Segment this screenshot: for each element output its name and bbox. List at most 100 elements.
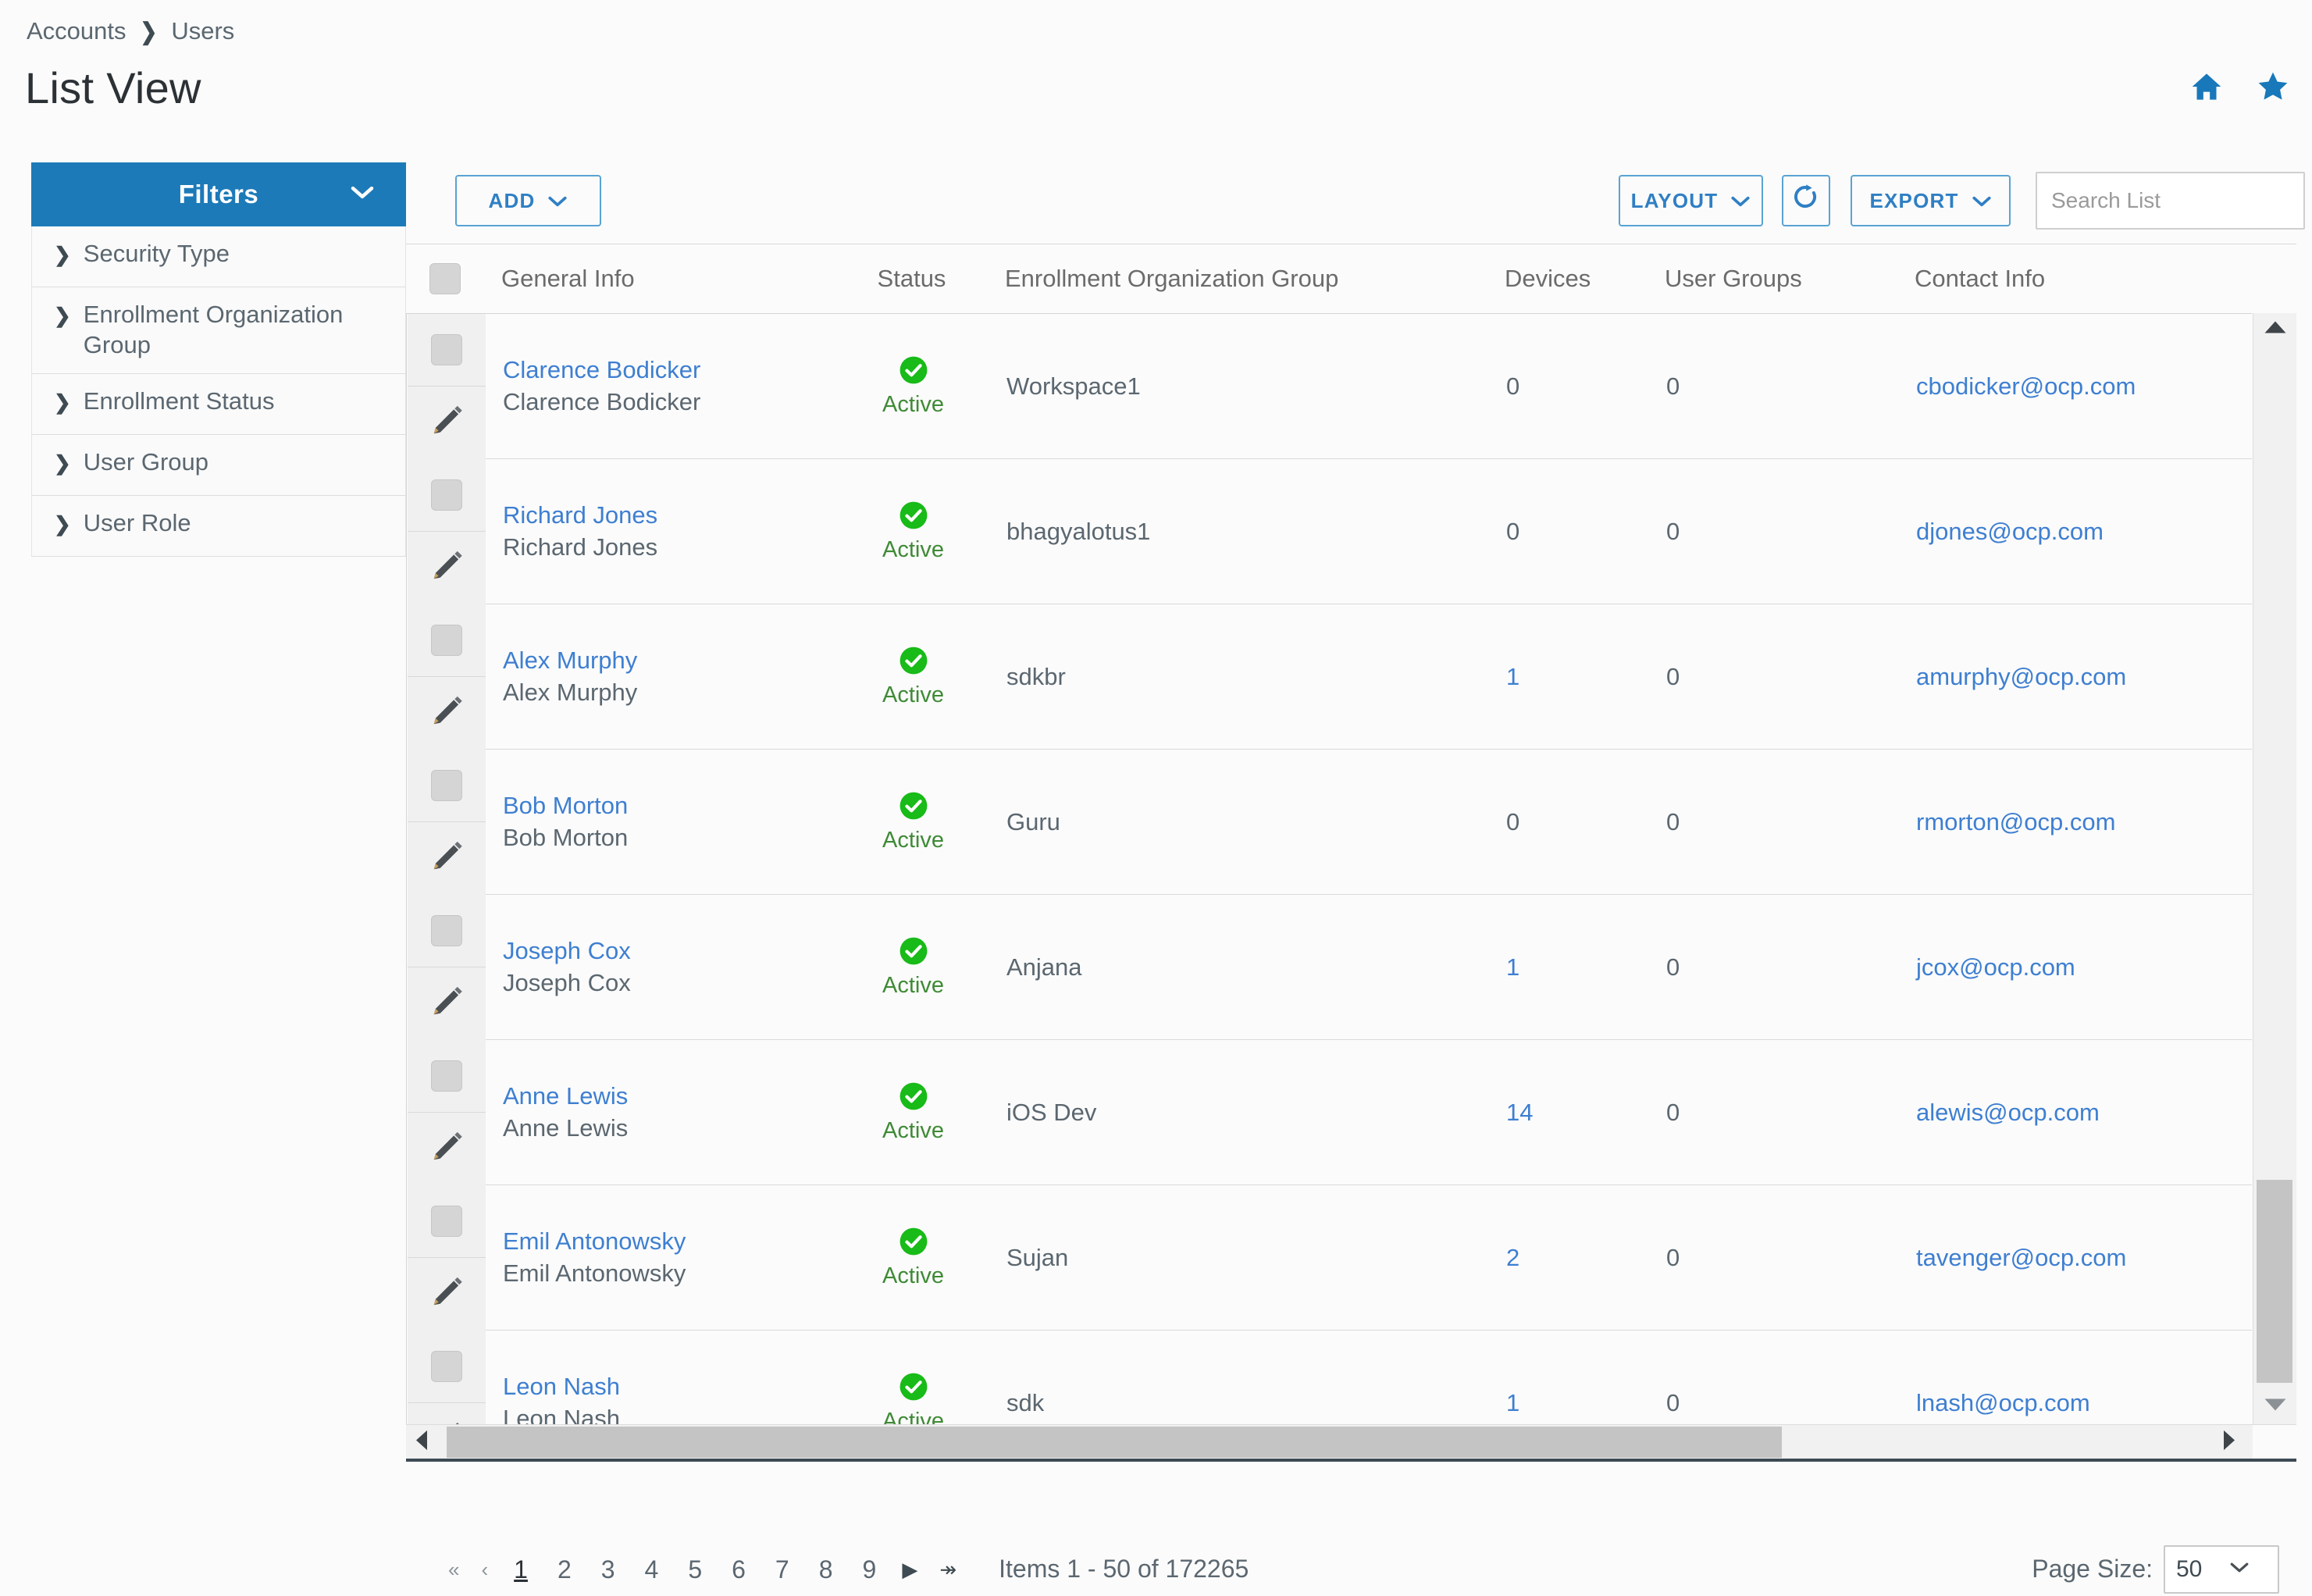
devices-count[interactable]: 2 bbox=[1506, 1244, 1649, 1272]
table-row[interactable]: Bob Morton Bob Morton Active Guru 0 0 rm… bbox=[408, 750, 2252, 895]
row-select-cell bbox=[408, 459, 486, 532]
pencil-icon[interactable] bbox=[429, 839, 465, 878]
row-checkbox[interactable] bbox=[431, 479, 462, 511]
pencil-icon[interactable] bbox=[429, 548, 465, 588]
column-header-enrollment-org[interactable]: Enrollment Organization Group bbox=[988, 265, 1487, 293]
page-prev-button[interactable]: ‹ bbox=[470, 1559, 499, 1580]
cell-enrollment-org-group: Workspace1 bbox=[989, 314, 1489, 458]
page-number-9[interactable]: 9 bbox=[848, 1557, 892, 1582]
pencil-icon[interactable] bbox=[429, 1129, 465, 1169]
add-button[interactable]: ADD bbox=[455, 175, 601, 226]
page-number-3[interactable]: 3 bbox=[586, 1557, 630, 1582]
row-checkbox[interactable] bbox=[431, 334, 462, 365]
home-icon[interactable] bbox=[2190, 71, 2223, 102]
page-number-1[interactable]: 1 bbox=[499, 1557, 543, 1582]
scroll-left-arrow-icon[interactable] bbox=[414, 1429, 429, 1455]
user-name-link[interactable]: Joseph Cox bbox=[503, 937, 837, 966]
email-link[interactable]: alewis@ocp.com bbox=[1916, 1099, 2252, 1127]
row-edit-cell bbox=[408, 677, 486, 750]
sidebar-item-enrollment-status[interactable]: ❯ Enrollment Status bbox=[31, 373, 406, 435]
page-number-4[interactable]: 4 bbox=[630, 1557, 674, 1582]
user-name-link[interactable]: Richard Jones bbox=[503, 501, 837, 530]
email-link[interactable]: lnash@ocp.com bbox=[1916, 1389, 2252, 1417]
row-checkbox[interactable] bbox=[431, 1060, 462, 1092]
user-name-link[interactable]: Bob Morton bbox=[503, 792, 837, 821]
page-size-select[interactable]: 102050100 bbox=[2164, 1544, 2279, 1594]
vertical-scrollbar[interactable] bbox=[2253, 313, 2296, 1424]
email-link[interactable]: tavenger@ocp.com bbox=[1916, 1244, 2252, 1272]
sidebar-item-user-role[interactable]: ❯ User Role bbox=[31, 495, 406, 557]
user-name-link[interactable]: Anne Lewis bbox=[503, 1082, 837, 1111]
select-all-checkbox[interactable] bbox=[429, 263, 461, 294]
page-number-7[interactable]: 7 bbox=[761, 1557, 804, 1582]
page-number-5[interactable]: 5 bbox=[673, 1557, 717, 1582]
horizontal-scrollbar-thumb[interactable] bbox=[447, 1427, 1782, 1458]
email-link[interactable]: cbodicker@ocp.com bbox=[1916, 372, 2252, 401]
cell-general-info: Leon Nash Leon Nash bbox=[486, 1331, 837, 1424]
pencil-icon[interactable] bbox=[429, 1274, 465, 1314]
pencil-icon[interactable] bbox=[429, 693, 465, 733]
row-checkbox[interactable] bbox=[431, 1206, 462, 1237]
row-checkbox[interactable] bbox=[431, 915, 462, 946]
page-last-button[interactable]: ↠ bbox=[928, 1559, 967, 1580]
table-row[interactable]: Alex Murphy Alex Murphy Active sdkbr 1 0 bbox=[408, 604, 2252, 750]
table-row[interactable]: Anne Lewis Anne Lewis Active iOS Dev 14 … bbox=[408, 1040, 2252, 1185]
search-input[interactable] bbox=[2036, 172, 2305, 230]
cell-contact-info: cbodicker@ocp.com bbox=[1899, 314, 2252, 458]
layout-button[interactable]: LAYOUT bbox=[1619, 175, 1763, 226]
devices-count[interactable]: 1 bbox=[1506, 953, 1649, 981]
sidebar-item-security-type[interactable]: ❯ Security Type bbox=[31, 226, 406, 287]
layout-button-label: LAYOUT bbox=[1630, 188, 1719, 212]
horizontal-scrollbar[interactable] bbox=[406, 1424, 2296, 1459]
column-header-status[interactable]: Status bbox=[835, 265, 988, 293]
page-title: List View bbox=[25, 63, 201, 112]
breadcrumb-accounts[interactable]: Accounts bbox=[27, 17, 126, 45]
pencil-icon[interactable] bbox=[429, 984, 465, 1024]
email-link[interactable]: rmorton@ocp.com bbox=[1916, 808, 2252, 836]
sidebar-item-user-group[interactable]: ❯ User Group bbox=[31, 434, 406, 496]
column-header-general-info[interactable]: General Info bbox=[484, 265, 835, 293]
email-link[interactable]: djones@ocp.com bbox=[1916, 518, 2252, 546]
scroll-down-arrow-icon[interactable] bbox=[2264, 1397, 2287, 1416]
row-gutter bbox=[408, 459, 486, 604]
export-button[interactable]: EXPORT bbox=[1851, 175, 2011, 226]
table-row[interactable]: Richard Jones Richard Jones Active bhagy… bbox=[408, 459, 2252, 604]
column-header-user-groups[interactable]: User Groups bbox=[1648, 265, 1897, 293]
row-checkbox[interactable] bbox=[431, 770, 462, 801]
email-link[interactable]: amurphy@ocp.com bbox=[1916, 663, 2252, 691]
table-row[interactable]: Emil Antonowsky Emil Antonowsky Active S… bbox=[408, 1185, 2252, 1331]
devices-count[interactable]: 14 bbox=[1506, 1099, 1649, 1127]
page-next-button[interactable]: ▶ bbox=[891, 1559, 928, 1580]
user-name-link[interactable]: Emil Antonowsky bbox=[503, 1227, 837, 1256]
table-row[interactable]: Joseph Cox Joseph Cox Active Anjana 1 0 bbox=[408, 895, 2252, 1040]
user-name-link[interactable]: Leon Nash bbox=[503, 1373, 837, 1402]
row-checkbox[interactable] bbox=[431, 1351, 462, 1382]
page-number-8[interactable]: 8 bbox=[804, 1557, 848, 1582]
email-link[interactable]: jcox@ocp.com bbox=[1916, 953, 2252, 981]
row-checkbox[interactable] bbox=[431, 625, 462, 656]
cell-contact-info: alewis@ocp.com bbox=[1899, 1040, 2252, 1185]
user-name-link[interactable]: Alex Murphy bbox=[503, 647, 837, 675]
scroll-right-arrow-icon[interactable] bbox=[2221, 1429, 2237, 1455]
sidebar-item-enrollment-organization-group[interactable]: ❯ Enrollment Organization Group bbox=[31, 287, 406, 374]
row-select-cell bbox=[408, 1185, 486, 1258]
devices-count[interactable]: 1 bbox=[1506, 663, 1649, 691]
vertical-scrollbar-thumb[interactable] bbox=[2257, 1180, 2292, 1383]
cell-user-groups: 0 bbox=[1649, 1185, 1899, 1330]
devices-count[interactable]: 1 bbox=[1506, 1389, 1649, 1417]
page-number-2[interactable]: 2 bbox=[543, 1557, 586, 1582]
column-header-contact-info[interactable]: Contact Info bbox=[1897, 265, 2296, 293]
page-first-button[interactable]: « bbox=[437, 1559, 470, 1580]
column-header-devices[interactable]: Devices bbox=[1487, 265, 1648, 293]
user-name-link[interactable]: Clarence Bodicker bbox=[503, 356, 837, 385]
filters-header-toggle[interactable]: Filters bbox=[31, 162, 406, 226]
star-icon[interactable] bbox=[2256, 70, 2290, 103]
refresh-button[interactable] bbox=[1782, 175, 1830, 226]
pencil-icon[interactable] bbox=[429, 403, 465, 443]
page-number-6[interactable]: 6 bbox=[717, 1557, 761, 1582]
scroll-up-arrow-icon[interactable] bbox=[2264, 319, 2287, 339]
breadcrumb-users[interactable]: Users bbox=[171, 17, 234, 45]
table-row[interactable]: Clarence Bodicker Clarence Bodicker Acti… bbox=[408, 314, 2252, 459]
page-size-label: Page Size: bbox=[2032, 1555, 2153, 1583]
table-row[interactable]: Leon Nash Leon Nash Active sdk 1 0 lnash… bbox=[408, 1331, 2252, 1424]
